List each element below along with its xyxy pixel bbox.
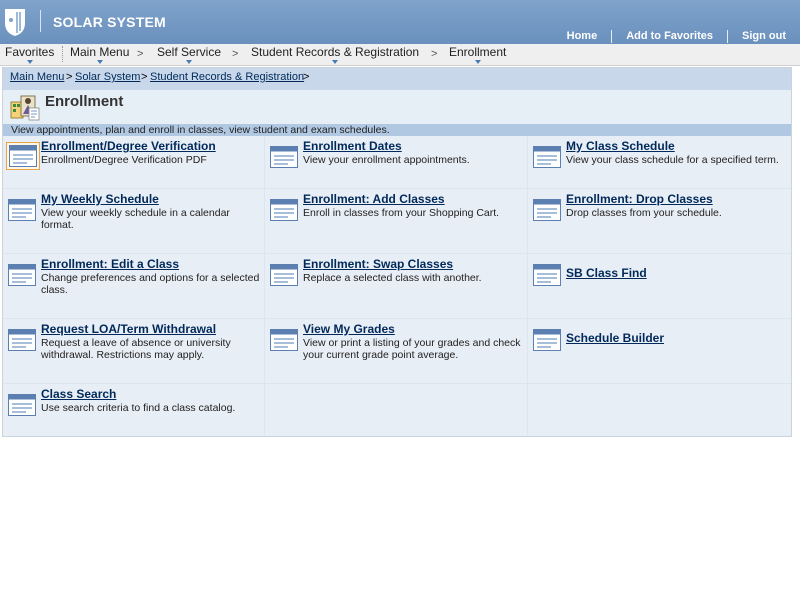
tile-link[interactable]: Enrollment: Add Classes (303, 192, 445, 206)
home-link[interactable]: Home (553, 30, 612, 43)
nav-favorites[interactable]: Favorites (5, 45, 55, 64)
nav-enrollment-label: Enrollment (449, 45, 507, 59)
tile-link[interactable]: Schedule Builder (566, 331, 664, 345)
page-window-icon (270, 199, 298, 221)
dropdown-caret-icon (26, 60, 33, 64)
page-window-icon (8, 329, 36, 351)
tile-enrollment-drop-classes[interactable]: Enrollment: Drop Classes Drop classes fr… (528, 189, 791, 253)
page-description: View appointments, plan and enroll in cl… (11, 124, 390, 136)
page-window-icon (533, 146, 561, 168)
tile-link[interactable]: Class Search (41, 387, 116, 401)
tile-description: View or print a listing of your grades a… (303, 337, 521, 361)
enrollment-folder-icon (10, 95, 40, 121)
breadcrumb-separator: > (66, 71, 73, 83)
tile-description: View your enrollment appointments. (303, 154, 470, 166)
nav-enrollment[interactable]: Enrollment (449, 45, 507, 64)
page-window-icon (8, 264, 36, 286)
sign-out-link[interactable]: Sign out (727, 29, 800, 43)
logo-divider (40, 10, 41, 32)
dropdown-caret-icon (332, 60, 339, 64)
tile-description: Change preferences and options for a sel… (41, 272, 260, 296)
tile-enrollment-add-classes[interactable]: Enrollment: Add Classes Enroll in classe… (265, 189, 527, 253)
tile-link[interactable]: My Weekly Schedule (41, 192, 159, 206)
nav-main-menu-label: Main Menu (70, 45, 130, 59)
page-window-icon (533, 199, 561, 221)
tile-link[interactable]: Enrollment Dates (303, 139, 402, 153)
tile-description: Replace a selected class with another. (303, 272, 482, 284)
tile-link[interactable]: Enrollment/Degree Verification (41, 139, 216, 153)
page-window-icon (8, 394, 36, 416)
nav-student-records[interactable]: Student Records & Registration (251, 45, 420, 64)
page-title-area: Enrollment (3, 90, 791, 124)
app-title: SOLAR SYSTEM (53, 14, 166, 30)
tile-description: Drop classes from your schedule. (566, 207, 722, 219)
nav-favorites-label: Favorites (5, 45, 55, 59)
page-window-icon (6, 142, 40, 170)
tile-link[interactable]: Enrollment: Edit a Class (41, 257, 179, 271)
tile-description: Use search criteria to find a class cata… (41, 402, 236, 414)
tile-link[interactable]: SB Class Find (566, 266, 647, 280)
page-window-icon (270, 264, 298, 286)
tile-class-search[interactable]: Class Search Use search criteria to find… (3, 384, 264, 436)
app-header: SOLAR SYSTEM Home Add to Favorites Sign … (0, 0, 800, 44)
nav-self-service-label: Self Service (157, 45, 222, 59)
tile-my-weekly-schedule[interactable]: My Weekly Schedule View your weekly sche… (3, 189, 264, 253)
tile-description: Request a leave of absence or university… (41, 337, 231, 361)
nav-main-menu[interactable]: Main Menu (70, 45, 130, 64)
dropdown-caret-icon (96, 60, 103, 64)
tile-enrollment-dates[interactable]: Enrollment Dates View your enrollment ap… (265, 136, 527, 188)
chevron-right-icon: > (232, 48, 239, 60)
navigation-bar: Favorites Main Menu > Self Service > Stu… (0, 44, 800, 66)
breadcrumb-solar-system[interactable]: Solar System (75, 71, 140, 83)
chevron-right-icon: > (431, 48, 438, 60)
page-description-band: View appointments, plan and enroll in cl… (3, 124, 791, 136)
nav-student-records-label: Student Records & Registration (251, 45, 420, 59)
tile-my-class-schedule[interactable]: My Class Schedule View your class schedu… (528, 136, 791, 188)
breadcrumb-student-records[interactable]: Student Records & Registration (150, 71, 304, 83)
tile-enrollment-edit-a-class[interactable]: Enrollment: Edit a Class Change preferen… (3, 254, 264, 318)
tile-description: Enroll in classes from your Shopping Car… (303, 207, 500, 219)
chevron-right-icon: > (137, 48, 144, 60)
page-window-icon (8, 199, 36, 221)
tile-request-loa-term-withdrawal[interactable]: Request LOA/Term Withdrawal Request a le… (3, 319, 264, 383)
tile-schedule-builder[interactable]: Schedule Builder (528, 319, 791, 383)
tile-link[interactable]: My Class Schedule (566, 139, 675, 153)
university-seal-logo (5, 9, 25, 36)
nav-divider (62, 46, 64, 62)
page-window-icon (270, 329, 298, 351)
page-window-icon (270, 146, 298, 168)
tile-link[interactable]: Request LOA/Term Withdrawal (41, 322, 216, 336)
tile-enrollment-degree-verification[interactable]: Enrollment/Degree Verification Enrollmen… (3, 136, 264, 188)
tile-view-my-grades[interactable]: View My Grades View or print a listing o… (265, 319, 527, 383)
dropdown-caret-icon (474, 60, 481, 64)
empty-tile (528, 384, 791, 436)
tile-grid: Enrollment/Degree Verification Enrollmen… (3, 136, 791, 436)
page-window-icon (533, 329, 561, 351)
header-links: Home Add to Favorites Sign out (553, 29, 800, 43)
tile-description: View your weekly schedule in a calendar … (41, 207, 230, 231)
empty-tile (265, 384, 527, 436)
tile-link[interactable]: Enrollment: Drop Classes (566, 192, 713, 206)
breadcrumb-separator: > (141, 71, 148, 83)
tile-description: Enrollment/Degree Verification PDF (41, 154, 207, 166)
add-to-favorites-link[interactable]: Add to Favorites (611, 29, 727, 43)
content-frame: Main Menu > Solar System > Student Recor… (2, 67, 792, 437)
tile-link[interactable]: View My Grades (303, 322, 395, 336)
tile-enrollment-swap-classes[interactable]: Enrollment: Swap Classes Replace a selec… (265, 254, 527, 318)
page-title: Enrollment (45, 93, 124, 110)
tile-link[interactable]: Enrollment: Swap Classes (303, 257, 453, 271)
tile-sb-class-find[interactable]: SB Class Find (528, 254, 791, 318)
breadcrumb-main-menu[interactable]: Main Menu (10, 71, 64, 83)
page-window-icon (533, 264, 561, 286)
dropdown-caret-icon (186, 60, 193, 64)
tile-description: View your class schedule for a specified… (566, 154, 779, 166)
nav-self-service[interactable]: Self Service (157, 45, 222, 64)
breadcrumb-separator: > (303, 71, 310, 83)
breadcrumb: Main Menu > Solar System > Student Recor… (3, 68, 791, 90)
